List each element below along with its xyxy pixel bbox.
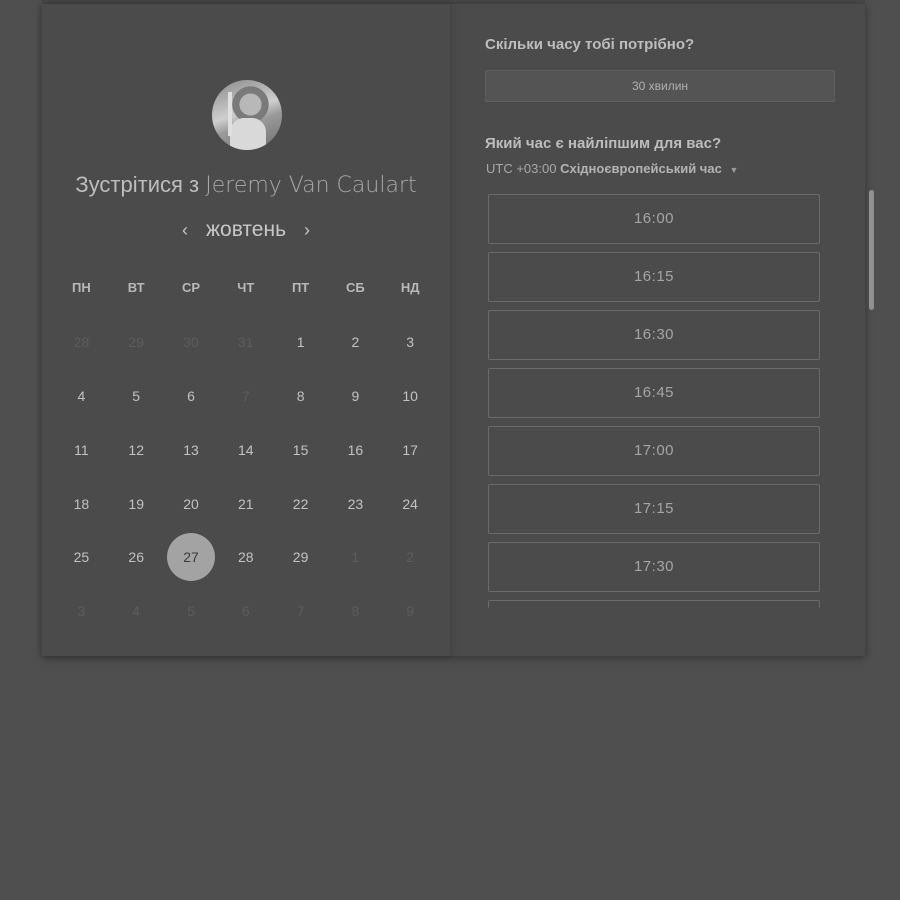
calendar-day-disabled: 5 bbox=[187, 603, 195, 619]
timezone-selector[interactable]: UTC +03:00 Східноєвропейський час ▼ bbox=[486, 161, 738, 176]
calendar-day-disabled: 1 bbox=[351, 549, 360, 565]
calendar-day[interactable]: 8 bbox=[273, 386, 328, 406]
host-avatar bbox=[212, 80, 282, 150]
calendar-day[interactable]: 21 bbox=[218, 494, 273, 514]
calendar-day-disabled: 7 bbox=[241, 388, 250, 404]
calendar-day[interactable]: 23 bbox=[328, 494, 383, 514]
calendar-day[interactable]: 15 bbox=[273, 440, 328, 460]
chevron-left-icon[interactable]: ‹ bbox=[182, 220, 188, 241]
calendar-day-disabled: 3 bbox=[77, 603, 86, 619]
weekday-label: ПТ bbox=[291, 280, 310, 295]
calendar-day[interactable]: 29 bbox=[273, 547, 328, 567]
meeting-prefix: Зустрітися з bbox=[75, 172, 200, 197]
weekday-label: ПН bbox=[72, 280, 91, 295]
calendar-day[interactable]: 24 bbox=[383, 494, 438, 514]
time-slot-button[interactable]: 16:15 bbox=[488, 252, 820, 302]
weekday-label: НД bbox=[400, 280, 420, 295]
calendar-week: 18 19 20 21 22 23 24 bbox=[54, 494, 438, 514]
time-question: Який час є найліпшим для вас? bbox=[485, 135, 722, 152]
calendar-day[interactable]: 5 bbox=[109, 386, 164, 406]
calendar-day-disabled: 29 bbox=[128, 334, 144, 350]
calendar-day[interactable]: 3 bbox=[383, 332, 438, 352]
calendar-day[interactable]: 17 bbox=[383, 440, 438, 460]
calendar-day[interactable]: 18 bbox=[54, 494, 109, 514]
calendar-day-disabled: 28 bbox=[73, 334, 90, 350]
calendar-week: 4 5 6 7 8 9 10 bbox=[54, 386, 438, 406]
booking-card: Зустрітися з Jeremy Van Caulart ‹ жовтен… bbox=[42, 4, 874, 656]
time-slot-button[interactable]: 16:30 bbox=[488, 310, 820, 360]
calendar-day-disabled: 31 bbox=[238, 334, 254, 350]
calendar-day[interactable]: 22 bbox=[273, 494, 328, 514]
timezone-offset: UTC +03:00 bbox=[486, 161, 557, 176]
calendar-week: 25 26 27 28 29 1 2 bbox=[54, 533, 438, 581]
weekday-label: ЧТ bbox=[237, 280, 255, 295]
duration-question: Скільки часу тобі потрібно? bbox=[485, 36, 695, 53]
calendar-day[interactable]: 25 bbox=[54, 547, 109, 567]
weekday-label: СР bbox=[181, 280, 201, 295]
host-name: Jeremy Van Caulart bbox=[205, 173, 417, 198]
calendar-day-disabled: 30 bbox=[183, 334, 199, 350]
calendar-day-disabled: 2 bbox=[406, 549, 415, 565]
meeting-title: Зустрітися з Jeremy Van Caulart bbox=[42, 172, 450, 198]
calendar-panel: Зустрітися з Jeremy Van Caulart ‹ жовтен… bbox=[42, 4, 450, 656]
weekday-header: ПН ВТ СР ЧТ ПТ СБ НД bbox=[54, 280, 438, 295]
calendar-day[interactable]: 14 bbox=[218, 440, 273, 460]
avatar-detail bbox=[228, 92, 232, 136]
time-slot-list: 16:00 16:15 16:30 16:45 17:00 17:15 17:3… bbox=[488, 194, 820, 608]
calendar-day-disabled: 6 bbox=[241, 603, 250, 619]
calendar-day[interactable]: 4 bbox=[54, 386, 109, 406]
calendar-week: 11 12 13 14 15 16 17 bbox=[54, 440, 438, 460]
calendar-day-disabled: 9 bbox=[406, 603, 415, 619]
calendar-day[interactable]: 19 bbox=[109, 494, 164, 514]
calendar-day[interactable]: 20 bbox=[164, 494, 219, 514]
time-slot-button[interactable]: 16:00 bbox=[488, 194, 820, 244]
month-navigation: ‹ жовтень › bbox=[42, 218, 450, 242]
calendar-day[interactable]: 6 bbox=[164, 386, 219, 406]
calendar-day[interactable]: 13 bbox=[164, 440, 219, 460]
calendar-week: 28 29 30 31 1 2 3 bbox=[54, 332, 438, 352]
calendar-day[interactable]: 12 bbox=[109, 440, 164, 460]
calendar-day-disabled: 8 bbox=[351, 603, 360, 619]
caret-down-icon: ▼ bbox=[729, 165, 739, 175]
time-slot-button[interactable]: 17:30 bbox=[488, 542, 820, 592]
chevron-right-icon[interactable]: › bbox=[304, 220, 310, 241]
calendar-day[interactable]: 10 bbox=[383, 386, 438, 406]
weekday-label: СБ bbox=[346, 280, 365, 295]
calendar-day-disabled: 4 bbox=[132, 603, 141, 619]
time-slot-button[interactable]: 16:45 bbox=[488, 368, 820, 418]
slot-list-scrollbar[interactable] bbox=[869, 190, 874, 310]
calendar-day[interactable]: 1 bbox=[273, 332, 328, 352]
calendar-day[interactable]: 28 bbox=[218, 547, 273, 567]
time-slot-button[interactable]: 17:15 bbox=[488, 484, 820, 534]
calendar-week: 3 4 5 6 7 8 9 bbox=[54, 601, 438, 621]
weekday-label: ВТ bbox=[127, 280, 145, 295]
calendar-day[interactable]: 2 bbox=[328, 332, 383, 352]
calendar-day-selected[interactable]: 27 bbox=[164, 533, 219, 581]
month-label: жовтень bbox=[205, 218, 287, 241]
time-slot-button[interactable]: 17:00 bbox=[488, 426, 820, 476]
calendar-day[interactable]: 26 bbox=[109, 547, 164, 567]
calendar-day[interactable]: 11 bbox=[54, 440, 109, 460]
time-slot-button[interactable] bbox=[488, 600, 820, 608]
duration-select-button[interactable]: 30 хвилин bbox=[485, 70, 835, 102]
calendar-day[interactable]: 9 bbox=[328, 386, 383, 406]
time-panel: Скільки часу тобі потрібно? 30 хвилин Як… bbox=[454, 4, 874, 656]
calendar-day-disabled: 7 bbox=[296, 603, 305, 619]
timezone-name: Східноєвропейський час bbox=[560, 161, 722, 176]
calendar-day[interactable]: 16 bbox=[328, 440, 383, 460]
